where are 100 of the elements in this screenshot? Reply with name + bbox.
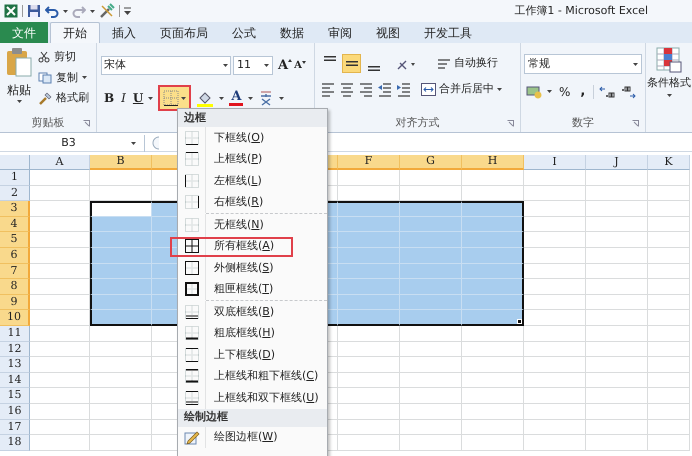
menu-item[interactable]: 下框线(O) [178,127,327,148]
row-header[interactable]: 2 [0,186,30,202]
file-tab[interactable]: 文件 [0,22,48,43]
underline-button[interactable]: U [132,89,144,107]
menu-item[interactable]: 绘图边框(W) [178,426,327,448]
grow-font-button[interactable]: A [275,59,292,72]
group-label: 剪贴板 [32,115,64,132]
cell[interactable] [400,201,462,217]
wrap-text-button[interactable]: 自动换行 [437,55,498,72]
ribbon-tab[interactable]: 数据 [268,22,316,43]
font-size-field[interactable]: 11 [233,56,273,75]
row-header[interactable]: 9 [0,294,30,310]
column-header[interactable]: G [400,155,462,170]
menu-item[interactable]: 右框线(R) [178,192,327,213]
number-format-field[interactable]: 常规 [524,54,642,74]
row-header[interactable]: 1 [0,170,30,186]
menu-item[interactable]: 双底框线(B) [178,301,327,322]
menu-item[interactable]: 所有框线(A) [178,236,327,257]
row-header[interactable]: 14 [0,372,30,388]
italic-button[interactable]: I [119,89,128,107]
ribbon-tab[interactable]: 插入 [100,22,148,43]
ribbon-tab[interactable]: 审阅 [316,22,364,43]
column-header[interactable]: F [338,155,400,170]
row-header[interactable]: 17 [0,420,30,436]
shrink-font-button[interactable]: A [294,60,306,70]
ribbon-tab[interactable]: 开始 [50,22,100,43]
menu-item[interactable]: 外侧框线(S) [178,257,327,278]
row-header[interactable]: 3 [0,201,30,217]
fill-handle[interactable] [517,318,522,324]
comma-style-button[interactable]: , [577,82,588,102]
cell[interactable] [462,248,524,264]
row-header[interactable]: 10 [0,310,30,326]
bold-button[interactable]: B [104,89,114,107]
all-borders-icon [184,239,198,254]
borders-button[interactable] [158,85,192,111]
cell[interactable] [462,216,524,232]
ribbon-tab[interactable]: 页面布局 [148,22,220,43]
merge-center-button[interactable]: 合并后居中 [421,81,502,98]
font-name-field[interactable]: 宋体 [101,56,231,75]
menu-item[interactable]: 粗匣框线(T) [178,278,327,300]
menu-item[interactable]: 粗底框线(H) [178,322,327,344]
caret-icon [633,62,638,66]
menu-item[interactable]: 无框线(N) [178,214,327,236]
vertical-align-button[interactable] [342,54,361,73]
thick-bottom-border-icon [184,326,198,340]
caret-icon [82,76,87,80]
top-bottom-border-icon [184,348,198,362]
row-header[interactable]: 16 [0,404,30,420]
row-header[interactable]: 13 [0,357,30,373]
name-box[interactable]: B3 [0,134,145,152]
row-header[interactable]: 8 [0,279,30,295]
cell[interactable] [462,232,524,248]
cell[interactable] [90,201,152,217]
undo-icon[interactable] [45,4,59,18]
paste-button[interactable]: 粘贴 [0,47,38,115]
redo-icon[interactable] [72,4,86,18]
row-header[interactable]: 11 [0,326,30,342]
column-header[interactable]: A [30,155,90,170]
cell[interactable] [462,294,524,310]
caret-icon [148,96,154,100]
menu-item[interactable]: 左框线(L) [178,170,327,192]
tools-icon[interactable] [99,3,115,19]
row-header[interactable]: 5 [0,232,30,248]
customize-menu-icon[interactable] [124,7,131,15]
ribbon-tab[interactable]: 公式 [220,22,268,43]
dialog-launcher-icon[interactable] [507,120,514,127]
column-header[interactable]: I [524,155,586,170]
cell[interactable] [338,201,400,217]
format-painter-button[interactable]: 格式刷 [38,90,89,106]
copy-button[interactable]: 复制 [38,70,89,86]
column-header[interactable]: K [648,155,690,170]
row-header[interactable]: 4 [0,216,30,232]
menu-item[interactable]: 上下框线(D) [178,344,327,366]
row-header[interactable]: 6 [0,248,30,264]
cell[interactable] [462,310,524,326]
column-header[interactable]: H [462,155,524,170]
row-header[interactable]: 12 [0,342,30,358]
cut-button[interactable]: 剪切 [38,49,89,66]
menu-item[interactable]: 上框线和粗下框线(C) [178,366,327,387]
column-header[interactable]: B [90,155,152,170]
cell[interactable] [462,279,524,295]
top-align-icon [324,56,336,61]
select-all-corner[interactable] [0,155,30,170]
save-icon[interactable] [27,4,41,18]
fill-color-icon[interactable] [196,90,214,106]
cell[interactable] [462,264,524,280]
cell[interactable] [462,201,524,217]
percent-button[interactable]: % [557,82,572,101]
row-header[interactable]: 15 [0,388,30,404]
row-header[interactable]: 18 [0,435,30,451]
dialog-launcher-icon[interactable] [83,120,90,127]
ribbon-tab[interactable]: 视图 [364,22,412,43]
dialog-launcher-icon[interactable] [632,120,639,127]
border-grid-icon [163,90,180,106]
font-color-button[interactable]: A [229,90,244,106]
conditional-formatting-button[interactable]: 条件格式 [646,43,692,132]
column-header[interactable]: J [586,155,648,170]
row-header[interactable]: 7 [0,264,30,280]
menu-item[interactable]: 上框线(P) [178,148,327,170]
ribbon-tab[interactable]: 开发工具 [412,22,484,43]
